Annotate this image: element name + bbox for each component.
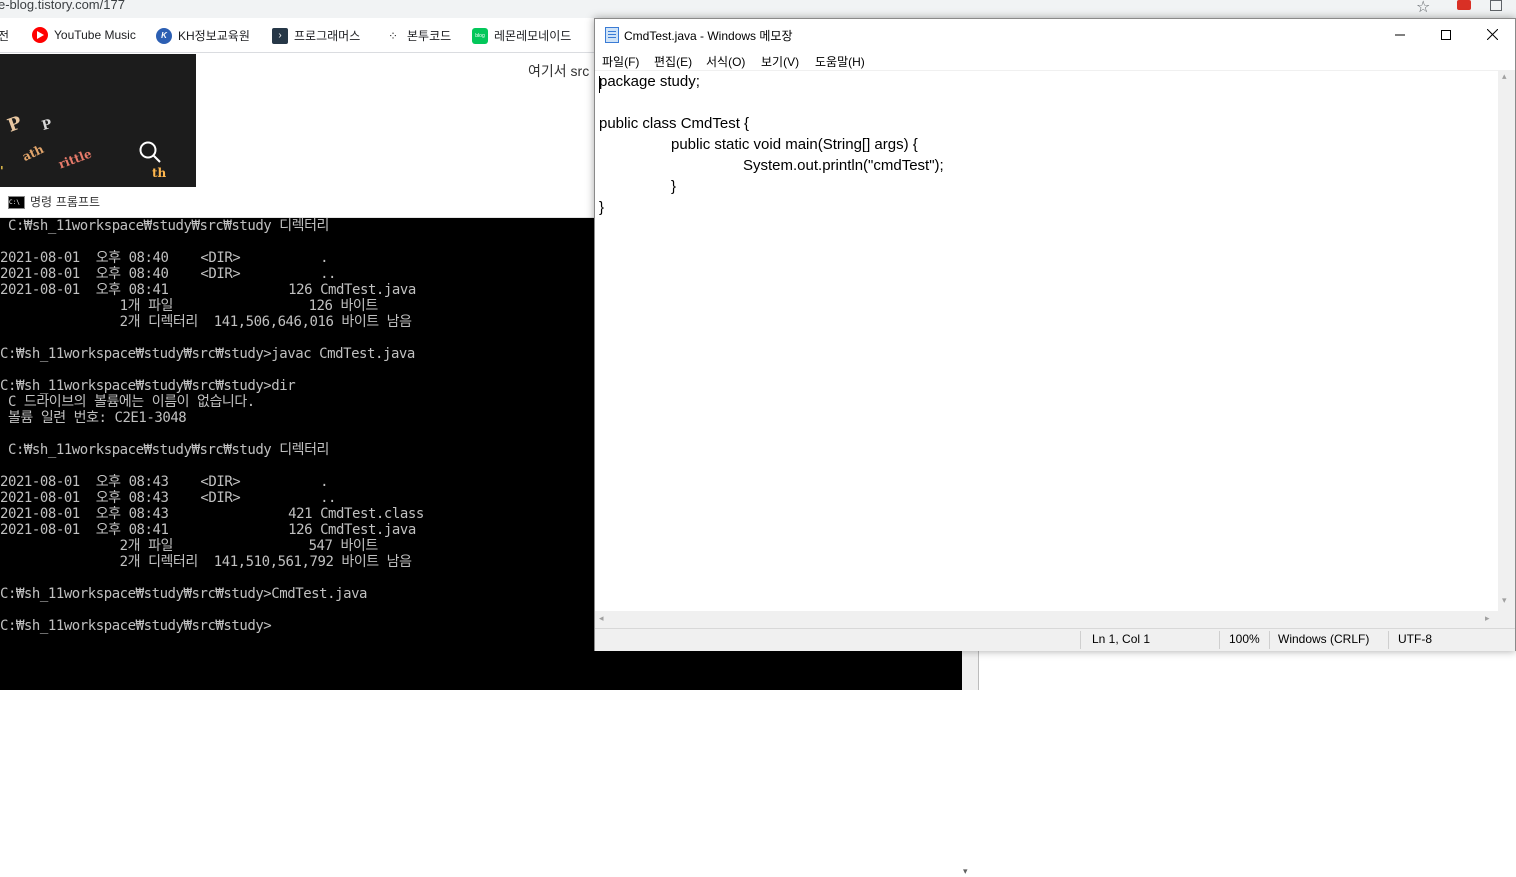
banner-decoration: ' bbox=[0, 164, 4, 178]
notepad-icon bbox=[605, 27, 619, 43]
minimize-icon bbox=[1395, 34, 1405, 35]
horizontal-scrollbar[interactable]: ◂ ▸ bbox=[595, 611, 1515, 628]
code-line: System.out.println("cmdTest"); bbox=[743, 157, 944, 174]
menu-format[interactable]: 서식(O) bbox=[706, 53, 745, 70]
notepad-titlebar[interactable]: CmdTest.java - Windows 메모장 bbox=[595, 19, 1515, 50]
blog-content-text: 여기서 src bbox=[528, 63, 590, 79]
banner-decoration: rittle bbox=[56, 146, 94, 172]
menu-view[interactable]: 보기(V) bbox=[761, 53, 799, 70]
maximize-icon bbox=[1441, 29, 1451, 40]
bookmark-label: YouTube Music bbox=[54, 28, 136, 42]
bookmark-label: 레몬레모네이드 bbox=[494, 29, 572, 43]
bookmark-youtube-music[interactable]: YouTube Music bbox=[32, 27, 136, 43]
menu-help[interactable]: 도움말(H) bbox=[815, 53, 865, 70]
extension-icon[interactable] bbox=[1457, 0, 1471, 10]
bookmark-label: KH정보교육원 bbox=[178, 29, 250, 43]
programmers-icon: › bbox=[272, 27, 288, 44]
bookmark-label: 전 bbox=[0, 29, 10, 43]
youtube-music-icon bbox=[32, 27, 48, 43]
notepad-title: CmdTest.java - Windows 메모장 bbox=[624, 29, 793, 43]
search-icon[interactable] bbox=[138, 140, 162, 164]
code-line: } bbox=[599, 199, 605, 216]
address-bar[interactable]: e-blog.tistory.com/177 ☆ bbox=[0, 0, 1516, 18]
scroll-up-arrow-icon[interactable]: ▴ bbox=[1502, 72, 1507, 82]
line-ending: Windows (CRLF) bbox=[1278, 632, 1370, 646]
notepad-window[interactable]: CmdTest.java - Windows 메모장 파일(F) 편집(E) 서… bbox=[594, 18, 1516, 651]
scroll-down-arrow-icon[interactable]: ▾ bbox=[1502, 596, 1507, 606]
code-line: public static void main(String[] args) { bbox=[671, 136, 918, 153]
close-icon bbox=[1486, 29, 1498, 40]
scroll-right-arrow-icon[interactable]: ▸ bbox=[1485, 614, 1490, 624]
banner-decoration: P bbox=[4, 112, 25, 137]
zoom-level: 100% bbox=[1229, 632, 1260, 646]
bookmark-kh[interactable]: K KH정보교육원 bbox=[156, 27, 250, 44]
scroll-left-arrow-icon[interactable]: ◂ bbox=[599, 614, 604, 624]
borntocode-icon: ⁘ bbox=[387, 28, 399, 43]
bookmark-star-icon[interactable]: ☆ bbox=[1416, 0, 1430, 16]
bookmark-lemon[interactable]: blog 레몬레모네이드 bbox=[472, 27, 571, 44]
extension-icon[interactable] bbox=[1490, 0, 1502, 11]
blog-header-banner: P P ath rittle th ' bbox=[0, 54, 196, 188]
code-line: } bbox=[671, 178, 677, 195]
menu-file[interactable]: 파일(F) bbox=[602, 53, 639, 70]
minimize-button[interactable] bbox=[1377, 19, 1423, 50]
scroll-down-arrow-icon[interactable]: ▾ bbox=[963, 867, 968, 877]
notepad-menubar: 파일(F) 편집(E) 서식(O) 보기(V) 도움말(H) bbox=[595, 50, 1515, 70]
encoding: UTF-8 bbox=[1398, 632, 1432, 646]
menu-edit[interactable]: 편집(E) bbox=[654, 53, 692, 70]
bookmark-item[interactable]: 전 bbox=[0, 27, 9, 44]
cursor-position: Ln 1, Col 1 bbox=[1092, 632, 1151, 646]
code-line: public class CmdTest { bbox=[599, 115, 750, 132]
blog-icon: blog bbox=[472, 27, 488, 44]
kh-logo-icon: K bbox=[156, 27, 172, 44]
bookmark-programmers[interactable]: › 프로그래머스 bbox=[272, 27, 360, 44]
banner-decoration: P bbox=[40, 116, 54, 135]
code-line: package study; bbox=[599, 73, 700, 90]
bookmark-label: 본투코드 bbox=[407, 29, 452, 43]
banner-decoration: th bbox=[152, 166, 167, 180]
banner-decoration: ath bbox=[20, 141, 46, 165]
notepad-statusbar: Ln 1, Col 1 100% Windows (CRLF) UTF-8 bbox=[595, 628, 1515, 651]
url-text[interactable]: e-blog.tistory.com/177 bbox=[0, 0, 125, 12]
cmd-icon: C:\ bbox=[8, 196, 25, 209]
bookmark-label: 프로그래머스 bbox=[294, 29, 361, 43]
cmd-title: 명령 프롬프트 bbox=[30, 195, 101, 209]
vertical-scrollbar[interactable]: ▴ ▾ bbox=[1498, 70, 1515, 611]
notepad-editor[interactable]: package study; public class CmdTest { pu… bbox=[595, 70, 1498, 612]
bookmark-borntocode[interactable]: ⁘ 본투코드 bbox=[385, 27, 451, 44]
maximize-button[interactable] bbox=[1423, 19, 1469, 50]
close-button[interactable] bbox=[1469, 19, 1515, 50]
